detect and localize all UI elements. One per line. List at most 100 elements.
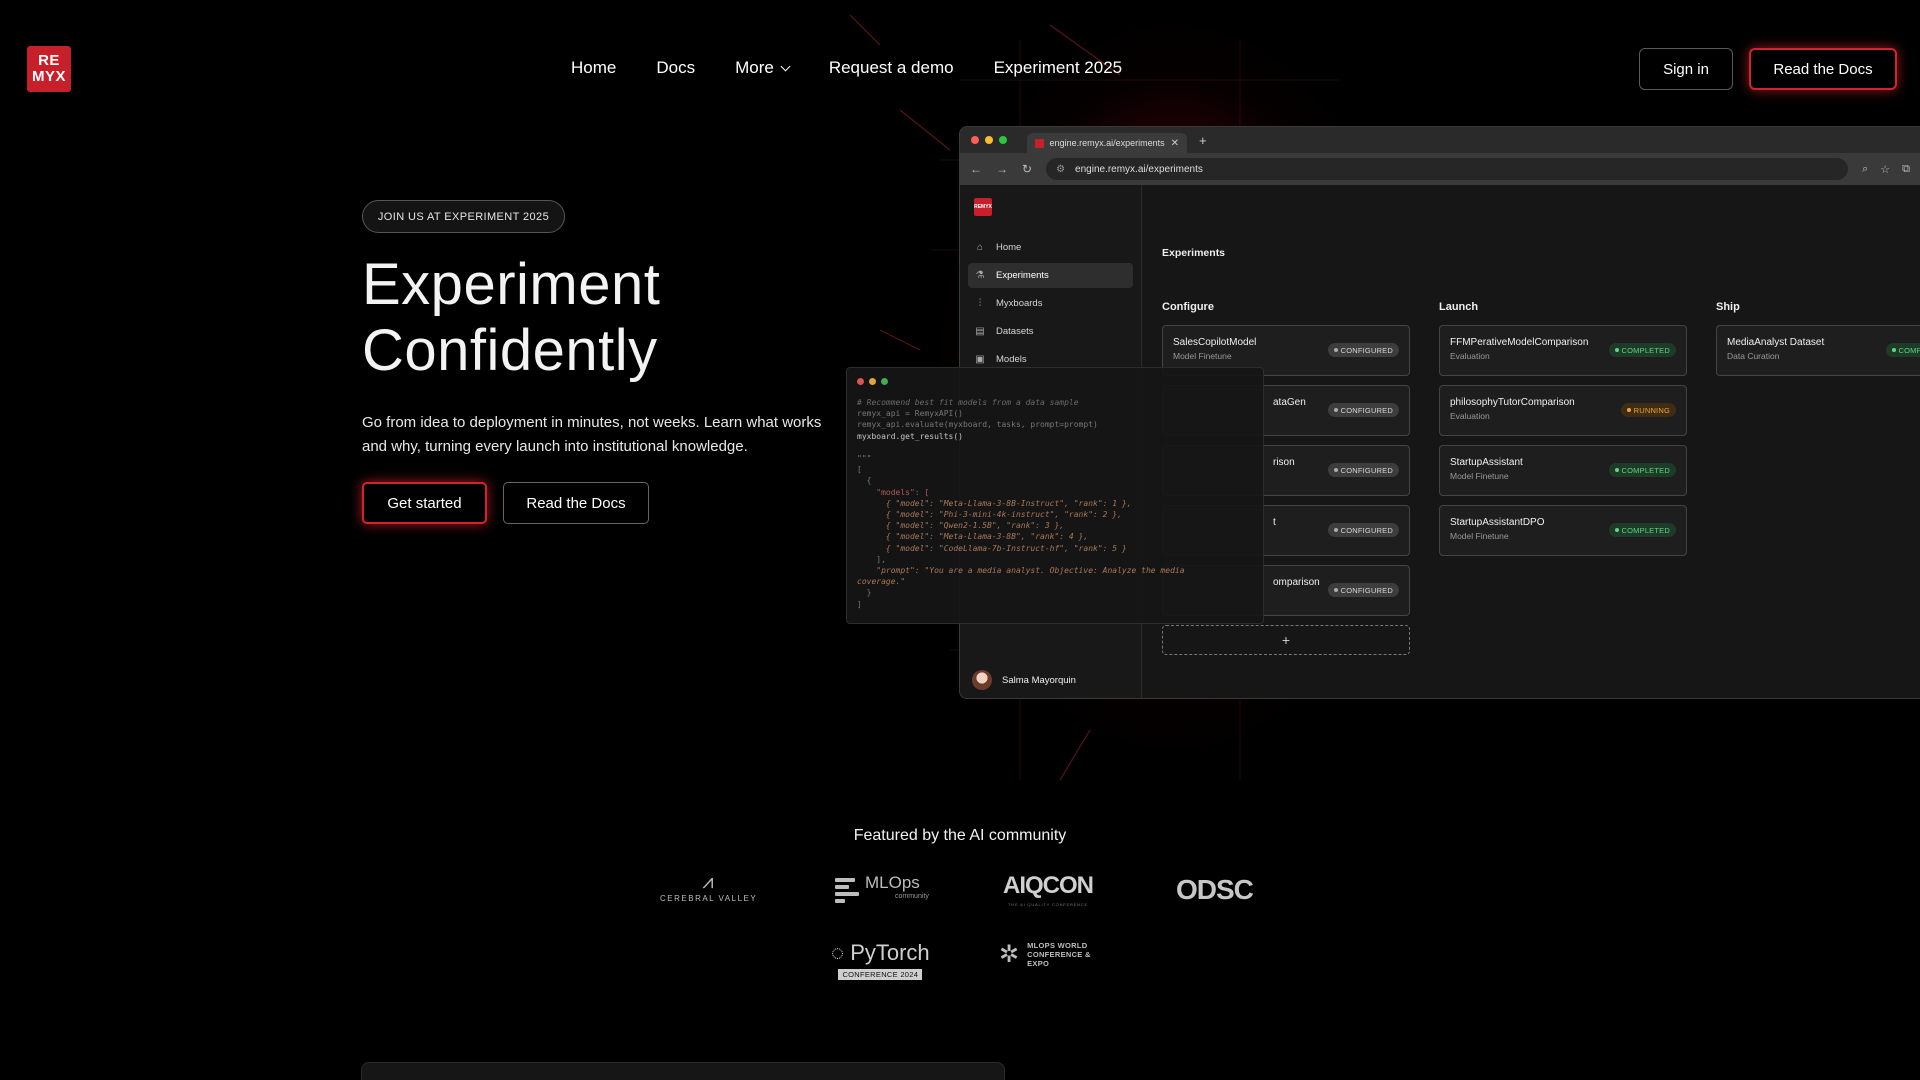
odsc-text: ODSC [1176,874,1254,905]
hero-title: Experiment Confidently [362,252,660,384]
logo-line-2: MYX [31,68,66,85]
pytorch-title-text: PyTorch [850,940,930,965]
code-line: """ [857,454,872,464]
site-settings-icon: ⚙ [1056,163,1066,175]
event-pill[interactable]: JOIN US AT EXPERIMENT 2025 [362,200,565,233]
star-icon: ☆ [1880,163,1891,176]
mlops-world-logo: ✲ MLOPS WORLD CONFERENCE & EXPO [999,940,1091,969]
code-line: myxboard.get_results() [857,431,963,441]
code-line: # Recommend best fit models from a data … [857,398,1079,407]
new-tab-icon: + [1199,132,1207,148]
nav-experiment-2025[interactable]: Experiment 2025 [994,58,1123,78]
url-field: ⚙ engine.remyx.ai/experiments [1046,158,1849,180]
experiment-card: FFMPerativeModelComparison Evaluation CO… [1439,325,1687,376]
url-text: engine.remyx.ai/experiments [1075,163,1203,175]
close-window-dot [971,136,979,144]
tab-title: engine.remyx.ai/experiments [1049,138,1165,148]
column-launch: Launch FFMPerativeModelComparison Evalua… [1439,301,1687,565]
pytorch-conference-logo: ◌ PyTorch CONFERENCE 2024 [831,940,930,980]
nav-docs[interactable]: Docs [656,58,695,78]
flask-icon: ⚗ [975,270,985,281]
mlops-world-text: MLOPS WORLD CONFERENCE & EXPO [1027,941,1091,968]
app-sidebar-menu: ⌂ Home ⚗ Experiments ⫶ Myxboards ▤ Datas… [968,235,1133,375]
cube-icon: ▣ [975,354,985,365]
favicon-icon [1035,138,1044,148]
sidebar-item-label: Experiments [996,270,1049,281]
minimize-window-dot [869,378,876,385]
sign-in-button[interactable]: Sign in [1639,48,1733,90]
close-window-dot [857,378,864,385]
cerebral-valley-logo: ⩘ CEREBRAL VALLEY [660,872,757,903]
read-docs-hero-button[interactable]: Read the Docs [503,482,649,524]
app-logo-line-1: RE [974,204,982,210]
hero-title-line-1: Experiment [362,252,661,317]
next-section-card [361,1062,1005,1080]
experiment-card: philosophyTutorComparison Evaluation RUN… [1439,385,1687,436]
status-label: COMPLETED [1621,465,1670,475]
mlops-bars-icon [835,877,859,903]
experiment-card: StartupAssistantDPO Model Finetune COMPL… [1439,505,1687,556]
status-badge: CONFIGURED [1327,523,1399,537]
minimize-window-dot [985,136,993,144]
nav-more[interactable]: More [735,58,791,78]
cerebral-valley-text: CEREBRAL VALLEY [660,894,758,903]
nav-request-demo[interactable]: Request a demo [829,58,954,78]
get-started-button[interactable]: Get started [362,482,487,524]
code-line: { "model": "Meta-Llama-3-8B", "rank": 4 … [857,532,1089,542]
experiment-card: MediaAnalyst Dataset Data Curation COMPL… [1716,325,1920,376]
code-block: # Recommend best fit models from a data … [857,397,1253,610]
aiqcon-logo: AIQCON THE AI QUALITY CONFERENCE [1003,872,1094,907]
status-label: CONFIGURED [1340,345,1393,355]
maximize-window-dot [881,378,888,385]
experiment-card: StartupAssistant Model Finetune COMPLETE… [1439,445,1687,496]
code-line: { "model": "Qwen2-1.5B", "rank": 3 }, [857,521,1065,531]
back-arrow-icon: ← [970,162,982,176]
maximize-window-dot [999,136,1007,144]
odsc-logo: ODSC [1176,874,1254,906]
pytorch-title: ◌ PyTorch [831,940,930,966]
sidebar-item-label: Myxboards [996,298,1043,309]
sidebar-item-home: ⌂ Home [968,235,1133,260]
code-snippet-window: # Recommend best fit models from a data … [846,367,1264,624]
code-line: { [857,476,872,486]
remyx-logo[interactable]: RE MYX [27,46,71,92]
code-line: ] [857,599,862,609]
code-line: { "model": "Phi-3-mini-4k-instruct", "ra… [857,510,1122,520]
browser-actions: ⌕ ☆ ⧉ [1862,163,1910,176]
mlops-community-logo: MLOps community [835,874,929,904]
add-experiment-button: + [1162,625,1410,655]
sidebar-item-label: Home [996,242,1022,253]
forward-arrow-icon: → [996,162,1008,176]
status-label: CONFIGURED [1340,585,1393,595]
read-docs-header-button[interactable]: Read the Docs [1749,48,1897,90]
column-title: Ship [1716,301,1740,313]
user-profile: Salma Mayorquin [972,670,1076,690]
code-line: } [857,588,872,598]
logo-line-1: RE [38,52,60,69]
cerebral-valley-mark-icon: ⩘ [702,871,715,893]
pytorch-flame-icon: ◌ [831,940,851,965]
sidebar-item-myxboards: ⫶ Myxboards [968,291,1133,316]
user-name: Salma Mayorquin [1002,674,1076,686]
code-line: "models": [ [857,487,930,497]
code-line: ], [857,554,886,564]
browser-tab-bar: engine.remyx.ai/experiments ✕ + [960,127,1920,153]
status-label: CONFIGURED [1340,465,1393,475]
sidebar-item-label: Datasets [996,326,1034,337]
nav-more-label: More [735,58,774,77]
nav-home[interactable]: Home [571,58,616,78]
document-icon: ▤ [975,326,985,337]
status-badge: COMPLETED [1608,523,1676,537]
home-icon: ⌂ [976,242,984,253]
mlops-world-line-3: EXPO [1027,959,1050,968]
sidebar-item-datasets: ▤ Datasets [968,319,1133,344]
close-icon: ✕ [1170,137,1179,149]
status-badge: CONFIGURED [1327,463,1399,477]
sliders-icon: ⫶ [978,298,982,309]
app-logo: RE MYX [974,198,992,216]
mlops-world-line-1: MLOPS WORLD [1027,941,1088,950]
hero-subtitle: Go from idea to deployment in minutes, n… [362,414,822,455]
extensions-icon: ⧉ [1902,162,1910,175]
code-line: "prompt": "You are a media analyst. Obje… [857,566,1185,576]
mlops-world-mark-icon: ✲ [999,941,1020,968]
